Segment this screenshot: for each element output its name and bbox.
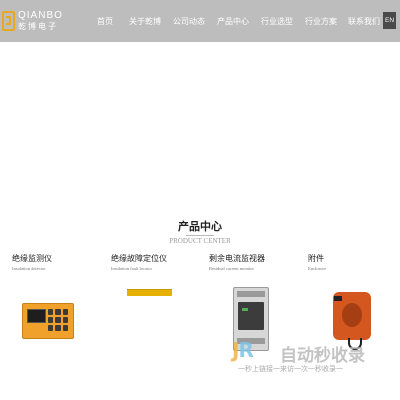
product-card-insulation-detector[interactable]: 绝缘监测仪 Insulation detector (12, 253, 102, 271)
product-name: 附件 (308, 254, 324, 263)
nav-item-solutions[interactable]: 行业方案 (305, 16, 337, 27)
nav-item-selection[interactable]: 行业选型 (261, 16, 293, 27)
section-title: 产品中心 (178, 220, 222, 233)
main-nav: 首页 关于乾博 公司动态 产品中心 行业选型 行业方案 联系我们 (0, 0, 400, 42)
product-card-residual-current[interactable]: 剩余电流监视器 Residual current monitor (209, 253, 299, 271)
fault-locator-image[interactable] (127, 289, 172, 296)
device-screen-icon (27, 309, 46, 323)
language-toggle-button[interactable]: EN (383, 12, 396, 29)
enclosure-image[interactable] (330, 290, 375, 350)
watermark-logo-icon: JR (232, 338, 254, 362)
site-header: QIANBO 乾博电子 首页 关于乾博 公司动态 产品中心 行业选型 行业方案 … (0, 0, 400, 42)
section-divider (186, 235, 214, 236)
nav-item-home[interactable]: 首页 (97, 16, 113, 27)
watermark-slogan: 一秒上链接一来访一次一秒收录一 (238, 365, 343, 373)
product-name-en: Insulation fault locator (111, 266, 152, 271)
product-name-en: Residual current monitor (209, 266, 254, 271)
nav-item-products[interactable]: 产品中心 (217, 16, 249, 27)
nav-item-about[interactable]: 关于乾博 (129, 16, 161, 27)
product-card-enclosure[interactable]: 附件 Enclosure (308, 253, 398, 271)
device-front-panel (238, 302, 264, 330)
section-subtitle: PRODUCT CENTER (169, 237, 231, 245)
watermark-text: 自动秒收录 (280, 346, 365, 366)
status-led-icon (242, 308, 248, 311)
product-name: 剩余电流监视器 (209, 254, 265, 263)
product-name: 绝缘故障定位仪 (111, 254, 167, 263)
product-name: 绝缘监测仪 (12, 254, 52, 263)
product-card-fault-locator[interactable]: 绝缘故障定位仪 Insulation fault locator (111, 253, 201, 271)
nav-item-news[interactable]: 公司动态 (173, 16, 205, 27)
sensor-label (334, 296, 342, 301)
terminal-block-top (237, 291, 265, 297)
nav-item-contact[interactable]: 联系我们 (348, 16, 380, 27)
insulation-detector-image[interactable] (22, 303, 74, 339)
product-name-en: Enclosure (308, 266, 326, 271)
product-name-en: Insulation detector (12, 266, 46, 271)
sensor-core-icon (342, 303, 362, 327)
watermark: JR 自动秒收录 一秒上链接一来访一次一秒收录一 (232, 338, 392, 398)
keypad-icon (48, 309, 68, 331)
